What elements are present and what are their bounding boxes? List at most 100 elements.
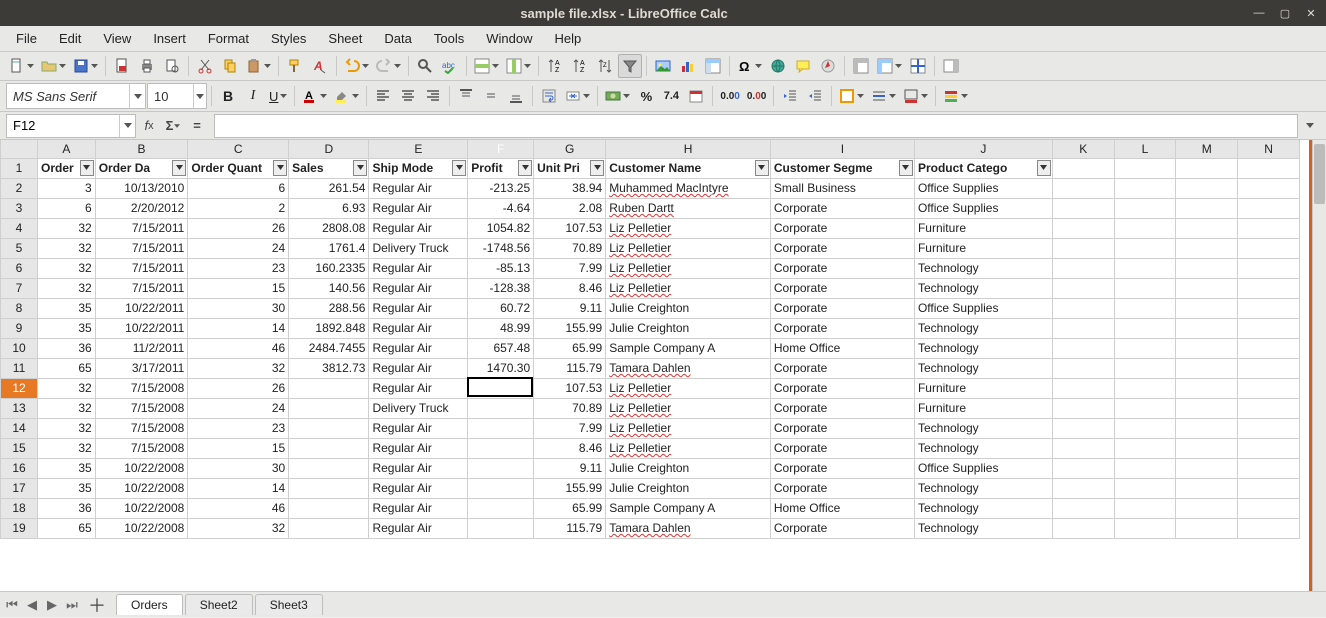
cell[interactable] [1176, 238, 1238, 258]
number-button[interactable]: 7.4 [659, 84, 683, 108]
cell[interactable] [1114, 418, 1176, 438]
row-header-7[interactable]: 7 [1, 278, 38, 298]
cell[interactable]: Regular Air [369, 178, 468, 198]
cell[interactable]: Muhammed MacIntyre [606, 178, 771, 198]
row-header-14[interactable]: 14 [1, 418, 38, 438]
cell[interactable] [1114, 198, 1176, 218]
font-size-combo[interactable] [147, 83, 207, 109]
percent-button[interactable]: % [634, 84, 658, 108]
split-button[interactable] [906, 54, 930, 78]
menu-file[interactable]: File [6, 28, 47, 49]
align-top-button[interactable] [454, 84, 478, 108]
cell[interactable] [289, 478, 369, 498]
row-header-2[interactable]: 2 [1, 178, 38, 198]
cell[interactable] [468, 438, 534, 458]
filter-dropdown-icon[interactable] [590, 160, 604, 176]
cell[interactable]: -4.64 [468, 198, 534, 218]
col-header-G[interactable]: G [534, 140, 606, 158]
cell[interactable] [1238, 438, 1300, 458]
filter-dropdown-icon[interactable] [1037, 160, 1051, 176]
cell[interactable]: 288.56 [289, 298, 369, 318]
font-color-button[interactable]: A [299, 84, 330, 108]
cell[interactable] [1114, 278, 1176, 298]
cell[interactable]: 140.56 [289, 278, 369, 298]
cell[interactable]: 23 [188, 258, 289, 278]
cell[interactable] [1052, 338, 1114, 358]
filter-dropdown-icon[interactable] [353, 160, 367, 176]
expand-formula-icon[interactable] [1300, 123, 1320, 128]
header-cell[interactable]: Order [38, 158, 96, 178]
cell[interactable]: Corporate [770, 478, 914, 498]
comment-button[interactable] [791, 54, 815, 78]
align-vcenter-button[interactable] [479, 84, 503, 108]
col-header-A[interactable]: A [38, 140, 96, 158]
currency-button[interactable] [602, 84, 633, 108]
cell[interactable]: Technology [914, 518, 1052, 538]
cell[interactable]: 1892.848 [289, 318, 369, 338]
cell[interactable] [1114, 518, 1176, 538]
cell[interactable]: 155.99 [534, 478, 606, 498]
cell[interactable]: 3/17/2011 [95, 358, 188, 378]
cell[interactable] [468, 378, 534, 398]
header-cell[interactable]: Profit [468, 158, 534, 178]
row-header-4[interactable]: 4 [1, 218, 38, 238]
cell[interactable] [1052, 518, 1114, 538]
cell[interactable] [1176, 338, 1238, 358]
sheet-tab-sheet3[interactable]: Sheet3 [255, 594, 323, 615]
headers-button[interactable] [849, 54, 873, 78]
cell[interactable] [1176, 358, 1238, 378]
cell[interactable]: Corporate [770, 318, 914, 338]
cell[interactable]: 7/15/2008 [95, 438, 188, 458]
cell[interactable] [1238, 458, 1300, 478]
increase-indent-button[interactable] [803, 84, 827, 108]
undo-button[interactable] [341, 54, 372, 78]
cell[interactable]: 32 [38, 438, 96, 458]
align-center-button[interactable] [396, 84, 420, 108]
tab-prev-button[interactable]: ◀ [24, 597, 40, 613]
col-header-F[interactable]: F [468, 140, 534, 158]
corner-cell[interactable] [1, 140, 38, 158]
cell[interactable]: -128.38 [468, 278, 534, 298]
cell[interactable]: 9.11 [534, 298, 606, 318]
font-name-input[interactable] [7, 89, 129, 104]
row-header-15[interactable]: 15 [1, 438, 38, 458]
align-right-button[interactable] [421, 84, 445, 108]
cell[interactable] [289, 458, 369, 478]
cell[interactable]: 36 [38, 498, 96, 518]
header-cell[interactable]: Ship Mode [369, 158, 468, 178]
save-button[interactable] [70, 54, 101, 78]
cell[interactable]: -1748.56 [468, 238, 534, 258]
cell[interactable]: 2.08 [534, 198, 606, 218]
cell[interactable] [1176, 298, 1238, 318]
special-char-button[interactable]: Ω [734, 54, 765, 78]
cell[interactable]: 7/15/2008 [95, 398, 188, 418]
menu-help[interactable]: Help [544, 28, 591, 49]
chevron-down-icon[interactable] [193, 84, 206, 108]
header-cell[interactable]: Customer Segme [770, 158, 914, 178]
formula-button[interactable]: = [186, 115, 208, 137]
cell[interactable] [1176, 278, 1238, 298]
cell[interactable] [1052, 238, 1114, 258]
cell[interactable]: Technology [914, 418, 1052, 438]
cell[interactable] [1176, 218, 1238, 238]
cell[interactable]: 7.99 [534, 258, 606, 278]
cell[interactable]: Sample Company A [606, 498, 771, 518]
cell[interactable]: Liz Pelletier [606, 378, 771, 398]
cell[interactable]: Tamara Dahlen [606, 358, 771, 378]
cell[interactable] [1238, 198, 1300, 218]
cell[interactable] [1176, 318, 1238, 338]
row-header-10[interactable]: 10 [1, 338, 38, 358]
cell[interactable]: 35 [38, 478, 96, 498]
align-left-button[interactable] [371, 84, 395, 108]
cell[interactable] [1052, 258, 1114, 278]
cell[interactable]: Technology [914, 498, 1052, 518]
cell[interactable]: 32 [38, 218, 96, 238]
cell[interactable] [289, 378, 369, 398]
row-header-16[interactable]: 16 [1, 458, 38, 478]
cell[interactable] [468, 398, 534, 418]
sum-button[interactable]: Σ [162, 115, 184, 137]
cell[interactable]: 23 [188, 418, 289, 438]
cell[interactable]: 65.99 [534, 498, 606, 518]
cell[interactable]: Sample Company A [606, 338, 771, 358]
cell[interactable] [289, 418, 369, 438]
